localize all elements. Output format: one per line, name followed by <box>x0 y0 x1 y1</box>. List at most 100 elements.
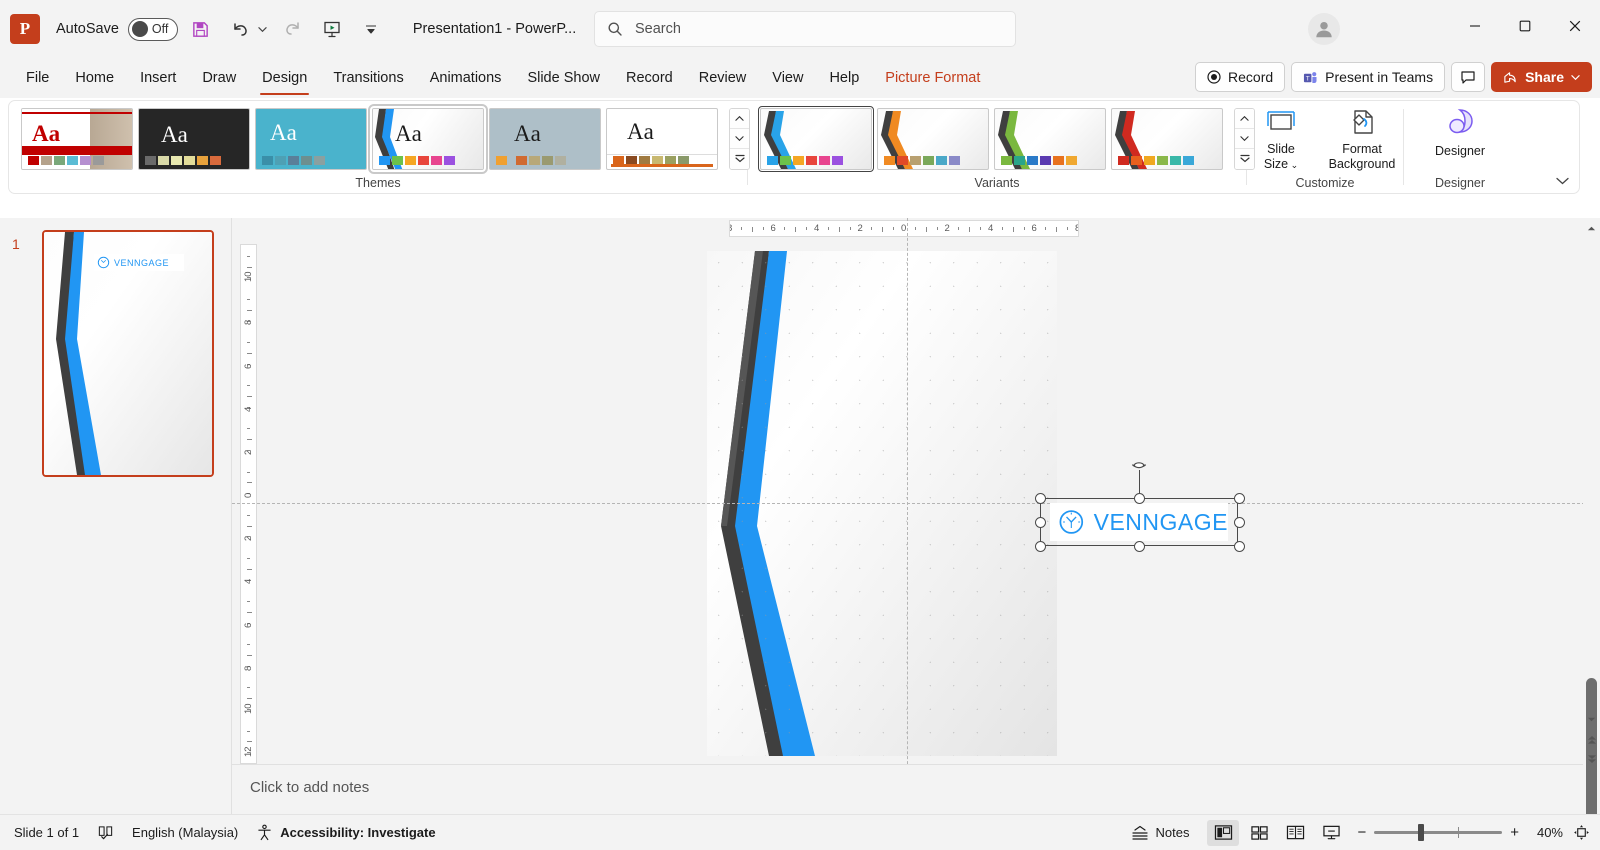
zoom-level-label[interactable]: 40% <box>1529 825 1563 840</box>
variant-thumb-orange[interactable] <box>877 107 989 170</box>
notes-placeholder: Click to add notes <box>250 779 370 796</box>
tab-file[interactable]: File <box>14 65 61 91</box>
tab-record[interactable]: Record <box>614 65 685 91</box>
resize-handle-sw[interactable] <box>1035 541 1046 552</box>
variant-thumb-red[interactable] <box>1111 107 1223 170</box>
redo-icon[interactable] <box>277 13 309 45</box>
resize-handle-w[interactable] <box>1035 517 1046 528</box>
slide-1-thumbnail[interactable]: VENNGAGE <box>42 230 214 477</box>
selection-box[interactable] <box>1035 462 1245 552</box>
ruler-tick <box>838 227 840 232</box>
comments-button[interactable] <box>1451 62 1486 92</box>
theme-thumb-berlin[interactable]: Aa <box>606 107 718 170</box>
vertical-scrollbar[interactable] <box>1583 218 1600 850</box>
resize-handle-s[interactable] <box>1134 541 1145 552</box>
scroll-down-button[interactable] <box>1583 711 1600 728</box>
rotation-handle[interactable] <box>1131 461 1147 479</box>
designer-icon <box>1449 109 1473 134</box>
accessibility-button[interactable]: Accessibility: Investigate <box>256 824 436 841</box>
notes-pane[interactable]: Click to add notes <box>232 764 1583 814</box>
vertical-ruler[interactable]: 12108642024681012 <box>240 244 257 764</box>
themes-scroll-down-button[interactable] <box>730 128 749 149</box>
ruler-tick <box>914 227 916 230</box>
themes-group: Aa Aa Aa Aa Aa Aa Themes <box>9 101 750 193</box>
reading-view-button[interactable] <box>1279 820 1311 846</box>
theme-aa-label: Aa <box>395 120 422 146</box>
thumbnail-logo: VENNGAGE <box>94 254 184 271</box>
spell-check-button[interactable] <box>97 824 114 841</box>
variant-thumb-green[interactable] <box>994 107 1106 170</box>
designer-button[interactable]: Designer <box>1412 101 1508 176</box>
zoom-in-button[interactable]: + <box>1510 824 1519 841</box>
themes-more-button[interactable] <box>730 148 749 169</box>
search-input[interactable]: Search <box>594 11 1016 47</box>
ruler-tick <box>969 227 971 232</box>
maximize-button[interactable] <box>1500 0 1550 52</box>
next-slide-button[interactable] <box>1583 750 1600 767</box>
format-background-button[interactable]: Format Background <box>1321 101 1403 176</box>
undo-icon[interactable] <box>224 13 256 45</box>
ruler-tick-label: 2 <box>243 535 254 542</box>
autosave-toggle[interactable]: Off <box>127 17 178 41</box>
variant-thumb-blue[interactable] <box>758 105 874 172</box>
autosave-toggle-knob <box>131 21 148 37</box>
theme-thumb-slate[interactable]: Aa <box>489 107 601 170</box>
zoom-out-button[interactable]: − <box>1357 824 1366 841</box>
horizontal-ruler[interactable]: 8 6 4 2 0 2 4 6 8 <box>729 220 1079 237</box>
tab-animations[interactable]: Animations <box>418 65 514 91</box>
undo-dropdown-icon[interactable] <box>256 13 270 45</box>
resize-handle-ne[interactable] <box>1234 493 1245 504</box>
tab-home[interactable]: Home <box>63 65 126 91</box>
resize-handle-n[interactable] <box>1134 493 1145 504</box>
themes-scroll-up-button[interactable] <box>730 108 749 129</box>
resize-handle-e[interactable] <box>1234 517 1245 528</box>
normal-view-button[interactable] <box>1207 819 1240 846</box>
zoom-slider[interactable]: − + <box>1357 824 1519 841</box>
previous-slide-button[interactable] <box>1583 731 1600 748</box>
tab-transitions[interactable]: Transitions <box>321 65 415 91</box>
fit-to-window-button[interactable] <box>1573 824 1590 841</box>
ruler-tick-label: 10 <box>243 703 254 714</box>
tab-insert[interactable]: Insert <box>128 65 188 91</box>
customize-quick-access-icon[interactable] <box>355 13 387 45</box>
save-icon[interactable] <box>185 13 217 45</box>
tab-view[interactable]: View <box>760 65 815 91</box>
scroll-up-button[interactable] <box>1583 220 1600 237</box>
theme-thumb-office[interactable]: Aa <box>21 107 133 170</box>
zoom-thumb[interactable] <box>1418 824 1425 841</box>
collapse-ribbon-button[interactable] <box>1556 177 1569 189</box>
start-presentation-icon[interactable] <box>316 13 348 45</box>
theme-thumb-dark[interactable]: Aa <box>138 107 250 170</box>
resize-handle-nw[interactable] <box>1035 493 1046 504</box>
ruler-tick-label: 4 <box>988 223 994 234</box>
slide-size-button[interactable]: Slide Size ⌄ <box>1247 101 1315 176</box>
slide-count-label[interactable]: Slide 1 of 1 <box>14 825 79 840</box>
slide-sorter-button[interactable] <box>1243 820 1275 846</box>
tab-review[interactable]: Review <box>687 65 759 91</box>
tab-slide-show[interactable]: Slide Show <box>515 65 612 91</box>
ruler-tick <box>247 611 252 613</box>
present-in-teams-button[interactable]: T Present in Teams <box>1291 62 1446 92</box>
themes-gallery[interactable]: Aa Aa Aa Aa Aa Aa <box>9 103 750 174</box>
theme-thumb-teal[interactable]: Aa <box>255 107 367 170</box>
variants-group-label: Variants <box>974 176 1020 190</box>
avatar[interactable] <box>1308 13 1340 45</box>
minimize-button[interactable] <box>1450 0 1500 52</box>
slide-show-button[interactable] <box>1315 820 1347 846</box>
close-button[interactable] <box>1550 0 1600 52</box>
theme-swatches <box>28 155 104 165</box>
resize-handle-se[interactable] <box>1234 541 1245 552</box>
language-label[interactable]: English (Malaysia) <box>132 825 238 840</box>
notes-button[interactable]: Notes <box>1131 825 1189 841</box>
tab-picture-format[interactable]: Picture Format <box>873 65 992 91</box>
ruler-tick <box>827 227 829 230</box>
tab-design[interactable]: Design <box>250 65 319 95</box>
tab-draw[interactable]: Draw <box>190 65 248 91</box>
share-button[interactable]: Share <box>1491 62 1592 92</box>
variants-gallery[interactable] <box>748 105 1255 172</box>
theme-thumb-banded[interactable]: Aa <box>368 103 488 174</box>
zoom-track[interactable] <box>1374 824 1503 841</box>
tab-help[interactable]: Help <box>817 65 871 91</box>
record-label: Record <box>1228 69 1274 85</box>
record-button[interactable]: Record <box>1195 62 1286 92</box>
